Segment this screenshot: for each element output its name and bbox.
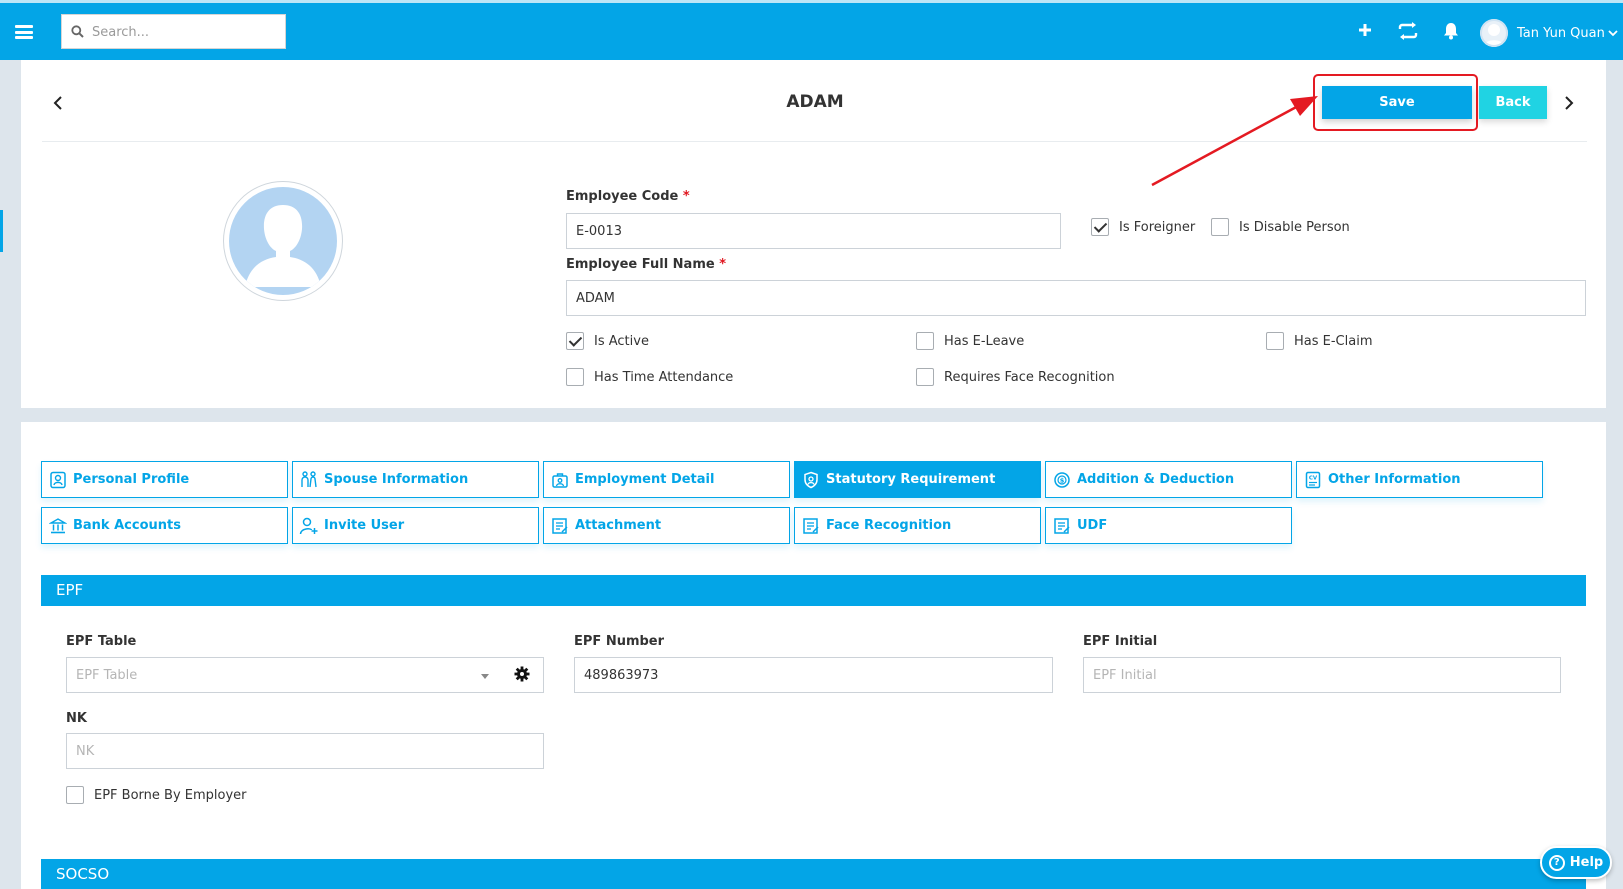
briefcase-icon	[550, 470, 570, 490]
epf-number-label: EPF Number	[574, 634, 665, 649]
tab-invite-user[interactable]: Invite User	[292, 507, 539, 544]
bell-icon[interactable]	[1443, 22, 1459, 40]
tab-bank-accounts[interactable]: Bank Accounts	[41, 507, 288, 544]
chevron-down-icon	[1608, 30, 1618, 37]
tab-spouse-information[interactable]: Spouse Information	[292, 461, 539, 498]
document-icon	[1052, 516, 1072, 536]
checkbox-box[interactable]	[1091, 218, 1109, 236]
top-bar: Tan Yun Quan	[0, 0, 1623, 60]
has-e-claim-checkbox[interactable]: Has E-Claim	[1266, 332, 1372, 350]
is-active-checkbox[interactable]: Is Active	[566, 332, 649, 350]
tab-udf[interactable]: UDF	[1045, 507, 1292, 544]
sidebar-accent	[0, 210, 3, 252]
requires-face-recognition-checkbox[interactable]: Requires Face Recognition	[916, 368, 1115, 386]
user-name: Tan Yun Quan	[1517, 25, 1605, 41]
couple-icon	[299, 470, 319, 490]
refresh-swap-icon[interactable]	[1396, 21, 1420, 41]
epf-initial-label: EPF Initial	[1083, 634, 1158, 649]
epf-section-header: EPF	[41, 575, 1586, 606]
tab-addition-deduction[interactable]: $ Addition & Deduction	[1045, 461, 1292, 498]
shield-icon	[801, 470, 821, 490]
highlight-box	[1313, 74, 1478, 131]
has-time-attendance-checkbox[interactable]: Has Time Attendance	[566, 368, 733, 386]
socso-section-header: SOCSO	[41, 859, 1586, 889]
svg-text:CV: CV	[1309, 475, 1318, 481]
search-box	[61, 14, 286, 49]
avatar	[1480, 19, 1508, 47]
tab-face-recognition[interactable]: Face Recognition	[794, 507, 1041, 544]
search-input[interactable]	[92, 21, 277, 43]
page-title: ADAM	[786, 92, 844, 112]
checkbox-box[interactable]	[916, 332, 934, 350]
search-icon	[71, 25, 84, 38]
profile-card-icon	[48, 470, 68, 490]
document-icon	[550, 516, 570, 536]
user-menu[interactable]: Tan Yun Quan	[1480, 18, 1618, 48]
employee-full-name-label: Employee Full Name *	[566, 257, 727, 272]
bank-icon	[48, 516, 68, 536]
header-divider	[42, 141, 1587, 142]
gear-icon[interactable]	[514, 666, 530, 682]
document-icon	[801, 516, 821, 536]
previous-record-icon[interactable]	[52, 95, 64, 111]
epf-table-select[interactable]	[66, 657, 544, 693]
employee-code-field[interactable]	[566, 213, 1061, 249]
next-record-icon[interactable]	[1563, 95, 1575, 111]
nk-label: NK	[66, 711, 87, 726]
checkbox-box[interactable]	[916, 368, 934, 386]
tab-other-information[interactable]: CV Other Information	[1296, 461, 1543, 498]
cv-icon: CV	[1303, 470, 1323, 490]
checkbox-box[interactable]	[1211, 218, 1229, 236]
svg-text:$: $	[1060, 476, 1065, 484]
help-button[interactable]: ? Help	[1540, 846, 1612, 879]
epf-initial-field[interactable]	[1083, 657, 1561, 693]
person-silhouette-icon	[245, 205, 321, 287]
is-foreigner-checkbox[interactable]: Is Foreigner	[1091, 218, 1195, 236]
chevron-down-icon[interactable]	[481, 674, 489, 679]
checkbox-box[interactable]	[66, 786, 84, 804]
tab-statutory-requirement[interactable]: Statutory Requirement	[794, 461, 1041, 498]
has-e-leave-checkbox[interactable]: Has E-Leave	[916, 332, 1024, 350]
epf-number-field[interactable]	[574, 657, 1053, 693]
money-icon: $	[1052, 470, 1072, 490]
employee-photo[interactable]	[223, 181, 343, 301]
tab-personal-profile[interactable]: Personal Profile	[41, 461, 288, 498]
nk-field[interactable]	[66, 733, 544, 769]
checkbox-box[interactable]	[566, 332, 584, 350]
checkbox-box[interactable]	[1266, 332, 1284, 350]
employee-code-label: Employee Code *	[566, 189, 690, 204]
hamburger-menu-icon[interactable]	[15, 25, 33, 39]
epf-borne-by-employer-checkbox[interactable]: EPF Borne By Employer	[66, 786, 247, 804]
back-button[interactable]: Back	[1479, 86, 1547, 119]
tab-employment-detail[interactable]: Employment Detail	[543, 461, 790, 498]
plus-icon[interactable]	[1358, 23, 1372, 37]
checkbox-box[interactable]	[566, 368, 584, 386]
question-icon: ?	[1548, 854, 1565, 871]
add-user-icon	[299, 516, 319, 536]
epf-table-label: EPF Table	[66, 634, 137, 649]
is-disable-person-checkbox[interactable]: Is Disable Person	[1211, 218, 1350, 236]
employee-full-name-field[interactable]	[566, 280, 1586, 316]
tab-attachment[interactable]: Attachment	[543, 507, 790, 544]
